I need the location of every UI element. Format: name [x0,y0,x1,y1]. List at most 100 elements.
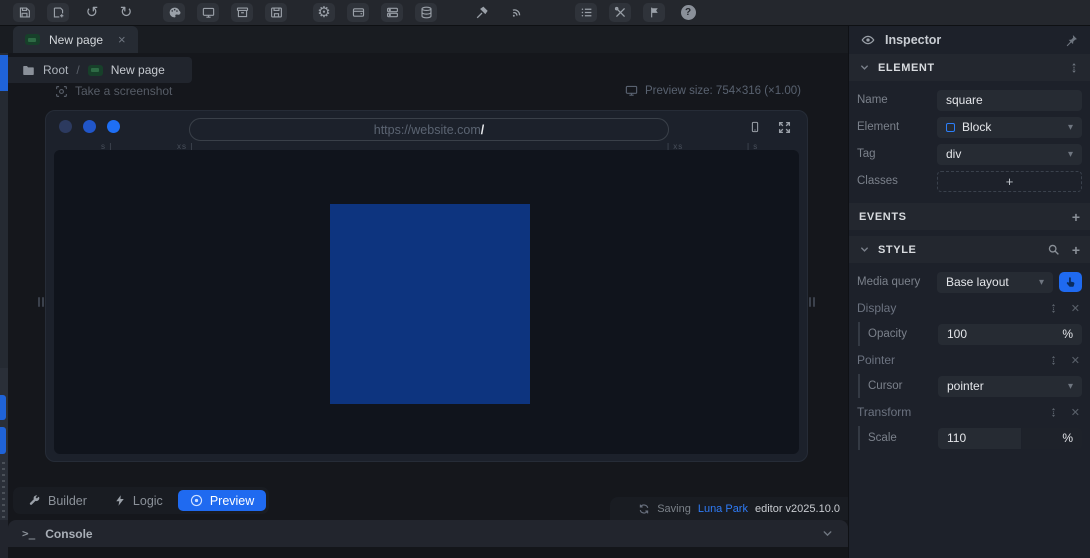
redo-icon[interactable]: ↻ [115,3,137,22]
tab-new-page[interactable]: New page × [13,26,138,53]
remove-icon[interactable]: ✕ [1071,406,1080,419]
url-cursor: / [480,122,485,137]
tools-icon[interactable] [609,3,631,22]
database-icon[interactable] [415,3,437,22]
resize-handle-left[interactable] [38,297,44,307]
element-section-title: ELEMENT [878,61,935,74]
tab-logic[interactable]: Logic [102,490,175,511]
hammer-icon[interactable] [471,3,493,22]
palette-icon[interactable] [163,3,185,22]
breadcrumb-current[interactable]: New page [111,63,165,77]
scale-input[interactable]: 110 [938,427,1021,449]
opacity-input[interactable]: 100 % [938,323,1082,345]
browser-preview-frame: https://website.com / s | xs | | xs | s [38,110,815,462]
chevron-down-icon[interactable] [859,244,870,255]
inspector-panel: Inspector ELEMENT Name square Element Bl… [848,26,1090,558]
pin-icon[interactable] [1065,34,1078,47]
flag-icon[interactable] [643,3,665,22]
drive-icon[interactable] [265,3,287,22]
list-icon[interactable] [575,3,597,22]
opacity-label: Opacity [868,328,907,340]
interaction-state-button[interactable] [1059,272,1082,292]
name-label: Name [857,94,888,106]
undo-icon[interactable]: ↺ [81,3,103,22]
wallet-icon[interactable] [347,3,369,22]
scale-unit-select[interactable]: % [1022,427,1082,449]
fullscreen-icon[interactable] [778,120,791,134]
element-value: Block [962,120,992,134]
left-edge-item [0,427,6,454]
square-element[interactable] [330,204,530,404]
save-as-icon[interactable] [47,3,69,22]
wrench-icon [28,494,41,507]
caret-down-icon: ▾ [1067,148,1073,160]
move-vertical-icon[interactable] [1068,62,1080,74]
transform-group-row: Transform ✕ [857,401,1082,423]
name-input[interactable]: square [937,89,1082,111]
take-screenshot-button[interactable]: Take a screenshot [55,84,172,98]
console-bar[interactable]: >_ Console [8,520,848,547]
settings-gear-icon[interactable]: ⚙ [313,3,335,22]
editor-version: editor v2025.10.0 [754,502,840,515]
server-icon[interactable] [381,3,403,22]
browser-dot [107,120,120,133]
add-event-button[interactable]: + [1072,209,1080,225]
opacity-value: 100 [947,327,968,341]
url-bar[interactable]: https://website.com / [189,118,669,141]
name-value: square [946,93,983,107]
signal-icon[interactable] [505,3,527,22]
luna-park-editor: ↺ ↻ ⚙ ? New page × Root / New page Take … [0,0,1090,558]
cursor-select[interactable]: pointer ▾ [938,375,1082,397]
element-select[interactable]: Block ▾ [937,116,1082,138]
add-class-button[interactable]: + [937,170,1082,192]
browser-dot [59,120,72,133]
classes-label: Classes [857,175,898,187]
caret-down-icon: ▾ [1067,121,1073,133]
folder-icon [22,64,35,77]
pointer-hand-icon [1065,276,1077,288]
move-vertical-icon[interactable] [1048,407,1059,418]
monitor-icon[interactable] [197,3,219,22]
section-style-header[interactable]: STYLE + [849,236,1090,263]
tag-row: Tag div ▾ [857,142,1082,166]
tag-select[interactable]: div ▾ [937,143,1082,165]
tab-builder[interactable]: Builder [16,490,99,511]
mobile-preview-icon[interactable] [749,120,761,134]
left-edge-panel [0,26,8,558]
media-query-value: Base layout [946,275,1009,289]
save-icon[interactable] [13,3,35,22]
help-icon[interactable]: ? [677,3,699,22]
scale-row: Scale 110 % [858,426,1082,450]
move-vertical-icon[interactable] [1048,355,1059,366]
tab-preview[interactable]: Preview [177,490,267,511]
close-icon[interactable]: × [118,32,126,47]
remove-icon[interactable]: ✕ [1071,354,1080,367]
resize-handle-right[interactable] [809,297,815,307]
move-vertical-icon[interactable] [1048,303,1059,314]
media-query-select[interactable]: Base layout ▾ [937,271,1053,293]
eye-icon [861,33,875,47]
remove-icon[interactable]: ✕ [1071,302,1080,315]
display-label: Display [857,301,897,315]
style-section-title: STYLE [878,243,917,256]
archive-icon[interactable] [231,3,253,22]
search-icon[interactable] [1047,243,1060,256]
media-query-label: Media query [857,276,921,288]
classes-row: Classes + [857,169,1082,193]
chevron-down-icon[interactable] [859,62,870,73]
section-element-header[interactable]: ELEMENT [849,54,1090,81]
brand-link[interactable]: Luna Park [698,503,748,515]
transform-label: Transform [857,405,912,419]
chevron-down-icon[interactable] [821,527,834,540]
breadcrumb-separator: / [76,63,80,77]
left-edge-highlight [0,55,8,91]
terminal-icon: >_ [22,527,36,540]
breadcrumb-root[interactable]: Root [43,63,68,77]
cursor-label: Cursor [868,380,903,392]
tab-preview-label: Preview [209,493,255,508]
section-events-header[interactable]: EVENTS + [849,203,1090,230]
add-style-button[interactable]: + [1072,242,1080,258]
opacity-unit: % [1062,327,1073,341]
mode-tab-bar: Builder Logic Preview [13,487,270,514]
screenshot-icon [55,85,68,98]
